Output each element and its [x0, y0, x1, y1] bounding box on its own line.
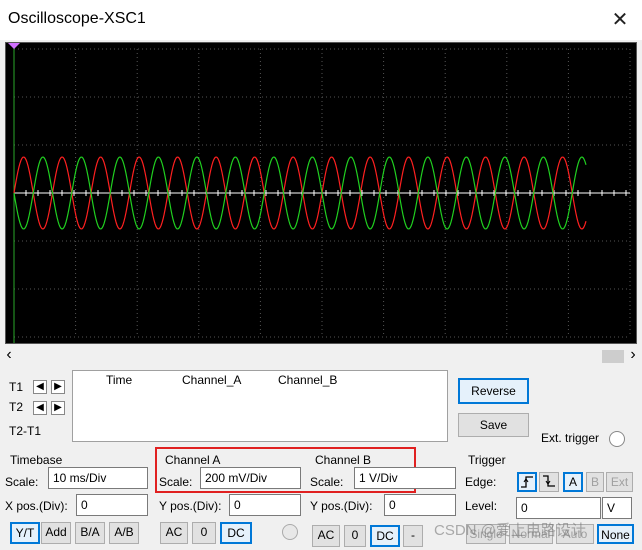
edge-label: Edge:: [465, 475, 497, 489]
channel-a-ac-button[interactable]: AC: [160, 522, 188, 544]
trigger-source-a-button[interactable]: A: [563, 472, 583, 492]
trigger-title: Trigger: [468, 453, 506, 467]
channel-b-dc-button[interactable]: DC: [370, 525, 400, 547]
x-pos-field[interactable]: 0: [76, 494, 148, 516]
ext-trigger-terminal-icon[interactable]: [609, 431, 625, 447]
level-unit-field[interactable]: V: [602, 497, 632, 519]
scroll-left-arrow[interactable]: ‹: [2, 347, 16, 365]
close-icon[interactable]: ✕: [608, 8, 632, 32]
col-time: Time: [106, 373, 133, 387]
channel-b-zero-button[interactable]: 0: [344, 525, 366, 547]
t1-right-arrow-icon[interactable]: ▶: [51, 380, 65, 394]
timebase-scale-label: Scale:: [5, 475, 39, 489]
channel-a-terminal-icon[interactable]: [282, 524, 298, 540]
col-channel-a: Channel_A: [182, 373, 242, 387]
channel-b-ac-button[interactable]: AC: [312, 525, 340, 547]
horizontal-scrollbar[interactable]: ‹ ›: [0, 347, 642, 365]
scroll-right-arrow[interactable]: ›: [626, 347, 640, 365]
oscilloscope-screen[interactable]: [5, 42, 637, 344]
cursor-readout-table: Time Channel_A Channel_B: [72, 370, 448, 442]
channel-b-scale-label: Scale:: [310, 475, 344, 489]
t1-label: T1: [9, 380, 24, 394]
rising-edge-icon[interactable]: [517, 472, 537, 492]
channel-a-ypos-field[interactable]: 0: [229, 494, 301, 516]
mode-yt-button[interactable]: Y/T: [10, 522, 40, 544]
trigger-marker-icon: [8, 43, 20, 49]
t2-label: T2: [9, 400, 24, 414]
falling-edge-icon[interactable]: [539, 472, 559, 492]
level-label: Level:: [465, 499, 498, 513]
trigger-source-b-button[interactable]: B: [586, 472, 604, 492]
channel-b-ypos-field[interactable]: 0: [384, 494, 456, 516]
x-pos-label: X pos.(Div):: [5, 499, 68, 513]
trigger-source-ext-button[interactable]: Ext: [606, 472, 633, 492]
mode-add-button[interactable]: Add: [41, 522, 71, 544]
timebase-scale-field[interactable]: 10 ms/Div: [48, 467, 148, 489]
trigger-none-button[interactable]: None: [597, 524, 634, 544]
channel-a-ypos-label: Y pos.(Div):: [159, 499, 222, 513]
window-title: Oscilloscope-XSC1: [8, 10, 146, 27]
mode-ab-button[interactable]: A/B: [109, 522, 139, 544]
mode-ba-button[interactable]: B/A: [75, 522, 105, 544]
scope-display: [8, 43, 631, 343]
col-channel-b: Channel_B: [278, 373, 338, 387]
channel-b-scale-field[interactable]: 1 V/Div: [354, 467, 456, 489]
channel-b-title: Channel B: [315, 453, 372, 467]
save-button[interactable]: Save: [458, 413, 529, 437]
channel-a-dc-button[interactable]: DC: [220, 522, 252, 544]
channel-a-zero-button[interactable]: 0: [192, 522, 216, 544]
timebase-title: Timebase: [10, 453, 63, 467]
t2-t1-label: T2-T1: [9, 424, 42, 438]
channel-b-ypos-label: Y pos.(Div):: [310, 499, 373, 513]
watermark: CSDN @爱上电路设计: [434, 522, 586, 539]
scroll-thumb[interactable]: [602, 350, 624, 363]
t1-left-arrow-icon[interactable]: ◀: [33, 380, 47, 394]
channel-b-minus-button[interactable]: -: [403, 525, 423, 547]
reverse-button[interactable]: Reverse: [458, 378, 529, 404]
ext-trigger-label: Ext. trigger: [541, 431, 600, 445]
title-bar: Oscilloscope-XSC1 ✕: [0, 0, 642, 40]
t2-right-arrow-icon[interactable]: ▶: [51, 401, 65, 415]
t2-left-arrow-icon[interactable]: ◀: [33, 401, 47, 415]
level-field[interactable]: 0: [516, 497, 601, 519]
